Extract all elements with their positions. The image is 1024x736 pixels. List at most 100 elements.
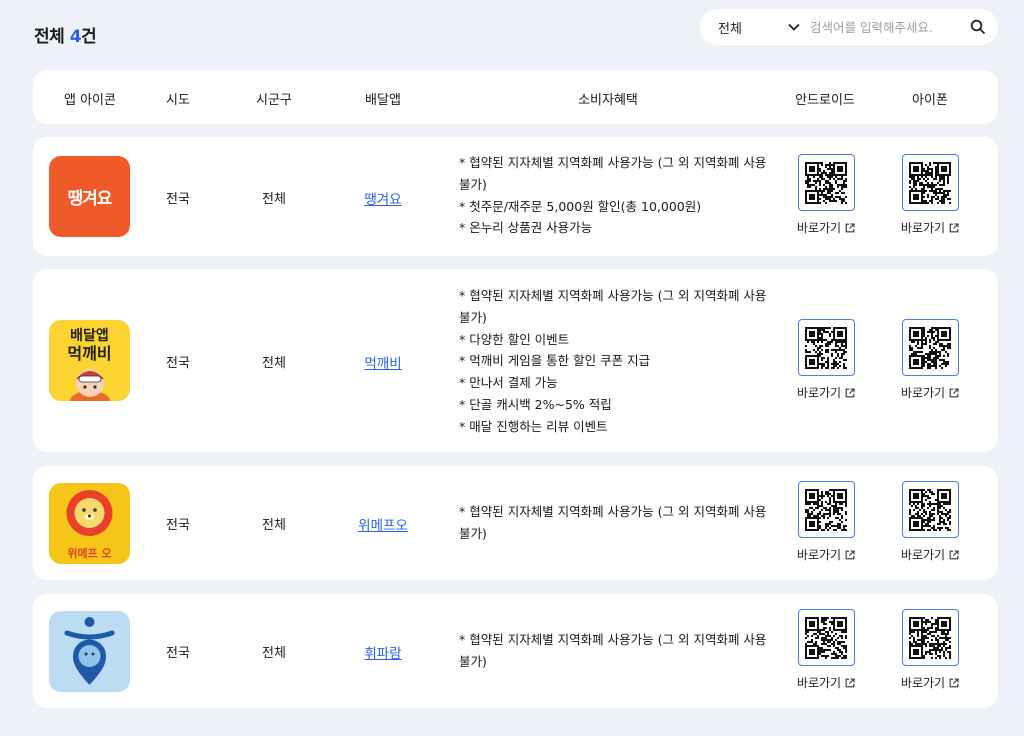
row-sido: 전국 xyxy=(166,192,190,207)
qr-pattern-image xyxy=(909,616,951,659)
android-qr-code[interactable] xyxy=(797,154,855,211)
search-bar: 전체 xyxy=(700,9,998,45)
go-link-label: 바로가기 xyxy=(796,221,842,235)
table-row: 땡겨요 전국 전체 땡겨요 * 협약된 지자체별 지역화폐 사용가능 (그 외 … xyxy=(33,137,998,256)
benefit-item: * 첫주문/재주문 5,000원 할인(총 10,000원) xyxy=(459,198,702,214)
iphone-download: 바로가기 xyxy=(895,154,965,236)
iphone-go-link[interactable]: 바로가기 xyxy=(895,219,965,236)
iphone-go-link[interactable]: 바로가기 xyxy=(895,546,965,563)
meokkaebi-logo-text-top: 배달앱 xyxy=(70,328,109,344)
app-link-wemakeprice[interactable]: 위메프오 xyxy=(358,518,408,534)
benefits-list: * 협약된 지자체별 지역화폐 사용가능 (그 외 지역화폐 사용불가) xyxy=(459,629,769,673)
qr-pattern-image xyxy=(909,488,951,531)
go-link-label: 바로가기 xyxy=(796,548,842,562)
external-link-icon xyxy=(949,222,959,232)
qr-pattern-image xyxy=(805,161,847,204)
benefit-item: * 다양한 할인 이벤트 xyxy=(459,331,570,347)
header-benefits: 소비자혜택 xyxy=(578,93,638,108)
header-app-icon: 앱 아이콘 xyxy=(64,93,116,108)
chevron-down-icon xyxy=(788,23,800,31)
row-sido: 전국 xyxy=(166,518,190,533)
android-go-link[interactable]: 바로가기 xyxy=(791,219,861,236)
android-qr-code[interactable] xyxy=(797,481,855,538)
table-row: 배달앱 먹깨비 전국 전체 먹깨비 * 협약된 지자체별 지역화폐 사용가능 (… xyxy=(33,269,998,452)
android-go-link[interactable]: 바로가기 xyxy=(791,384,861,401)
benefit-item: * 매달 진행하는 리뷰 이벤트 xyxy=(459,418,608,434)
qr-pattern-image xyxy=(805,326,847,369)
android-go-link[interactable]: 바로가기 xyxy=(791,546,861,563)
iphone-qr-code[interactable] xyxy=(901,319,959,376)
search-filter-select[interactable]: 전체 xyxy=(718,18,800,37)
app-link-hwiparam[interactable]: 휘파람 xyxy=(364,646,401,662)
benefit-item: * 협약된 지자체별 지역화폐 사용가능 (그 외 지역화폐 사용불가) xyxy=(459,288,767,325)
row-sigungu: 전체 xyxy=(262,356,286,371)
total-label: 전체 xyxy=(34,27,65,47)
benefit-item: * 협약된 지자체별 지역화폐 사용가능 (그 외 지역화폐 사용불가) xyxy=(459,504,767,541)
android-go-link[interactable]: 바로가기 xyxy=(791,674,861,691)
meokkaebi-character-image xyxy=(70,369,110,401)
ttaengyeoyo-logo-text: 땡겨요 xyxy=(67,189,113,209)
header-iphone: 아이폰 xyxy=(912,93,948,108)
benefit-item: * 온누리 상품권 사용가능 xyxy=(459,220,593,236)
row-sido: 전국 xyxy=(166,356,190,371)
qr-pattern-image xyxy=(909,161,951,204)
header-delivery-app: 배달앱 xyxy=(365,93,401,108)
benefit-item: * 단골 캐시백 2%~5% 적립 xyxy=(459,396,612,412)
benefit-item: * 협약된 지자체별 지역화폐 사용가능 (그 외 지역화폐 사용불가) xyxy=(459,155,767,192)
iphone-download: 바로가기 xyxy=(895,481,965,563)
go-link-label: 바로가기 xyxy=(796,676,842,690)
go-link-label: 바로가기 xyxy=(796,386,842,400)
app-link-ttaengyeoyo[interactable]: 땡겨요 xyxy=(364,192,401,208)
wemakeprice-logo-text: 위메프 오 xyxy=(67,547,112,560)
iphone-qr-code[interactable] xyxy=(901,481,959,538)
external-link-icon xyxy=(845,677,855,687)
lion-mascot-image xyxy=(66,490,113,536)
wemakeprice-app-icon: 위메프 오 xyxy=(49,483,130,564)
row-sigungu: 전체 xyxy=(262,192,286,207)
benefits-list: * 협약된 지자체별 지역화폐 사용가능 (그 외 지역화폐 사용불가) xyxy=(459,501,769,545)
total-count-title: 전체 4건 xyxy=(34,22,97,47)
row-sido: 전국 xyxy=(166,646,190,661)
iphone-download: 바로가기 xyxy=(895,609,965,691)
iphone-go-link[interactable]: 바로가기 xyxy=(895,674,965,691)
iphone-download: 바로가기 xyxy=(895,319,965,401)
external-link-icon xyxy=(949,549,959,559)
go-link-label: 바로가기 xyxy=(900,386,946,400)
go-link-label: 바로가기 xyxy=(900,676,946,690)
benefit-item: * 만나서 결제 가능 xyxy=(459,375,558,391)
meokkaebi-app-icon: 배달앱 먹깨비 xyxy=(49,320,130,401)
external-link-icon xyxy=(845,222,855,232)
app-link-meokkaebi[interactable]: 먹깨비 xyxy=(364,356,401,372)
benefits-list: * 협약된 지자체별 지역화폐 사용가능 (그 외 지역화폐 사용불가) * 첫… xyxy=(459,152,769,239)
go-link-label: 바로가기 xyxy=(900,221,946,235)
header-android: 안드로이드 xyxy=(795,93,855,108)
qr-pattern-image xyxy=(909,326,951,369)
header-sido: 시도 xyxy=(166,93,190,108)
android-download: 바로가기 xyxy=(791,319,861,401)
table-header: 앱 아이콘 시도 시군구 배달앱 소비자혜택 안드로이드 아이폰 xyxy=(33,70,998,124)
external-link-icon xyxy=(949,387,959,397)
row-sigungu: 전체 xyxy=(262,518,286,533)
row-sigungu: 전체 xyxy=(262,646,286,661)
total-count: 4 xyxy=(69,27,82,47)
external-link-icon xyxy=(845,549,855,559)
iphone-qr-code[interactable] xyxy=(901,609,959,666)
benefits-list: * 협약된 지자체별 지역화폐 사용가능 (그 외 지역화폐 사용불가) * 다… xyxy=(459,285,769,438)
benefit-item: * 협약된 지자체별 지역화폐 사용가능 (그 외 지역화폐 사용불가) xyxy=(459,632,767,669)
iphone-go-link[interactable]: 바로가기 xyxy=(895,384,965,401)
search-filter-value: 전체 xyxy=(718,21,742,37)
hwiparam-logo-image xyxy=(64,617,115,685)
header-sigungu: 시군구 xyxy=(256,93,292,108)
iphone-qr-code[interactable] xyxy=(901,154,959,211)
android-download: 바로가기 xyxy=(791,154,861,236)
go-link-label: 바로가기 xyxy=(900,548,946,562)
hwiparam-app-icon xyxy=(49,611,130,692)
android-qr-code[interactable] xyxy=(797,609,855,666)
external-link-icon xyxy=(845,387,855,397)
android-download: 바로가기 xyxy=(791,481,861,563)
search-icon[interactable] xyxy=(970,19,986,39)
search-input[interactable] xyxy=(810,19,970,35)
external-link-icon xyxy=(949,677,959,687)
benefit-item: * 먹깨비 게임을 통한 할인 쿠폰 지급 xyxy=(459,353,651,369)
android-qr-code[interactable] xyxy=(797,319,855,376)
